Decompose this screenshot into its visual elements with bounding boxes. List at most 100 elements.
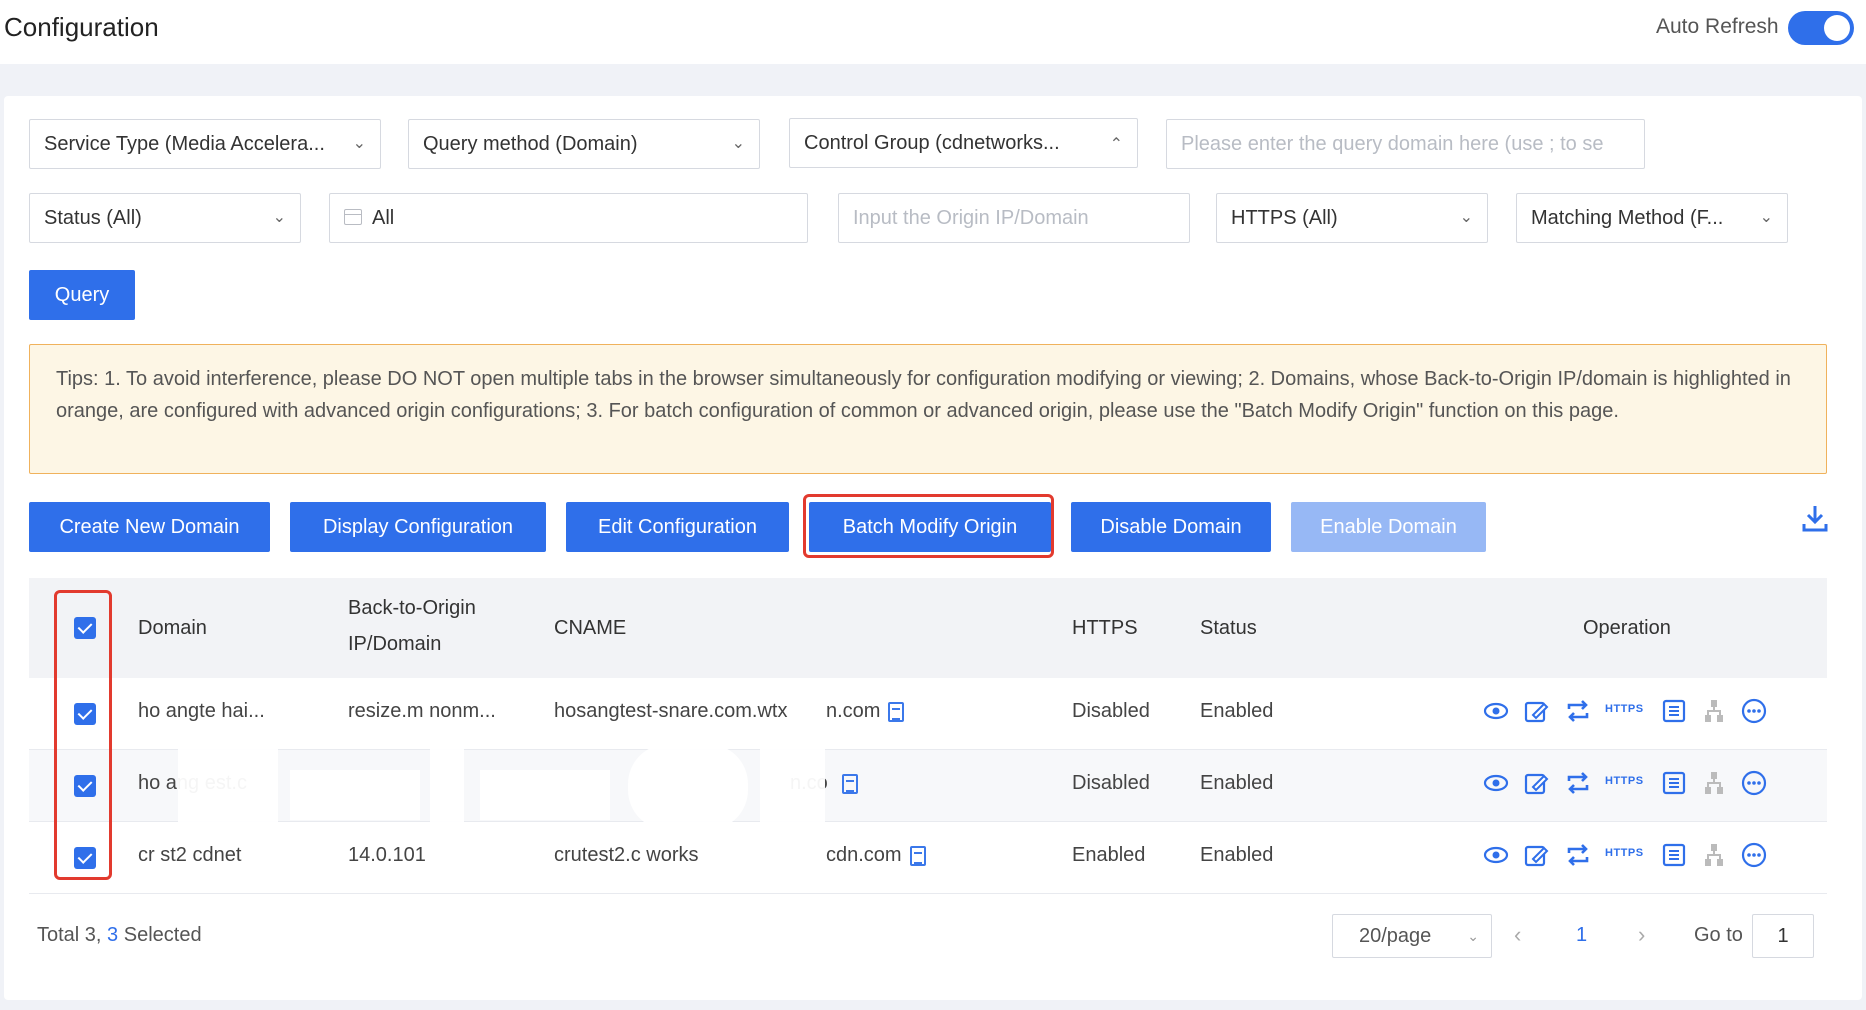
more-icon[interactable] xyxy=(1739,696,1769,726)
calendar-icon xyxy=(344,208,362,225)
row-cname-tail: n.com xyxy=(826,700,905,723)
header-domain: Domain xyxy=(138,617,207,639)
goto-label: Go to xyxy=(1694,924,1743,946)
query-button[interactable]: Query xyxy=(29,270,135,320)
query-domain-input[interactable]: Please enter the query domain here (use … xyxy=(1166,119,1645,169)
download-icon[interactable] xyxy=(1800,502,1830,534)
query-method-select[interactable]: Query method (Domain) ⌄ xyxy=(408,119,760,169)
view-icon[interactable] xyxy=(1481,840,1511,870)
date-range-picker[interactable]: All xyxy=(329,193,808,243)
https-icon[interactable]: HTTPS xyxy=(1605,703,1644,715)
row-status: Enabled xyxy=(1200,700,1274,722)
row-domain[interactable]: ho angte hai... xyxy=(138,700,318,723)
list-icon[interactable] xyxy=(1659,696,1689,726)
table-header: Domain Back-to-Origin IP/Domain CNAME HT… xyxy=(29,578,1827,678)
edit-icon[interactable] xyxy=(1521,768,1551,798)
row-cname: hosangtest-snare.com.wtx xyxy=(554,700,788,722)
copy-icon[interactable] xyxy=(909,845,926,866)
row-status: Enabled xyxy=(1200,772,1274,794)
header-status: Status xyxy=(1200,617,1257,639)
current-page[interactable]: 1 xyxy=(1576,924,1587,947)
https-icon[interactable]: HTTPS xyxy=(1605,775,1644,787)
https-value: HTTPS (All) xyxy=(1231,207,1338,229)
edit-icon[interactable] xyxy=(1521,696,1551,726)
query-domain-placeholder: Please enter the query domain here (use … xyxy=(1181,133,1604,155)
row-domain[interactable]: cr st2 cdnet xyxy=(138,844,318,867)
cname-tail-text: n.co xyxy=(790,772,828,794)
row-checkbox[interactable] xyxy=(74,775,96,797)
display-configuration-button[interactable]: Display Configuration xyxy=(290,502,546,552)
cname-tail-text: n.com xyxy=(826,700,881,722)
goto-page-input[interactable]: 1 xyxy=(1752,914,1814,958)
matching-method-select[interactable]: Matching Method (F... ⌄ xyxy=(1516,193,1788,243)
tips-banner: Tips: 1. To avoid interference, please D… xyxy=(29,344,1827,474)
more-icon[interactable] xyxy=(1739,840,1769,870)
view-icon[interactable] xyxy=(1481,768,1511,798)
auto-refresh-toggle[interactable] xyxy=(1788,11,1854,45)
create-domain-button[interactable]: Create New Domain xyxy=(29,502,270,552)
row-origin: 14.0.101 xyxy=(348,844,426,866)
copy-icon[interactable] xyxy=(841,773,858,794)
origin-placeholder: Input the Origin IP/Domain xyxy=(853,207,1089,229)
header-cname: CNAME xyxy=(554,617,627,639)
list-icon[interactable] xyxy=(1659,768,1689,798)
enable-domain-button[interactable]: Enable Domain xyxy=(1291,502,1486,552)
control-group-value: Control Group (cdnetworks... xyxy=(804,132,1060,154)
list-icon[interactable] xyxy=(1659,840,1689,870)
selected-count: 3 xyxy=(107,924,119,946)
chevron-down-icon: ⌄ xyxy=(352,135,366,152)
next-page-icon[interactable]: › xyxy=(1638,922,1645,948)
matching-method-value: Matching Method (F... xyxy=(1531,207,1724,229)
chevron-down-icon: ⌄ xyxy=(272,209,286,226)
origin-input[interactable]: Input the Origin IP/Domain xyxy=(838,193,1190,243)
view-icon[interactable] xyxy=(1481,696,1511,726)
total-summary: Total 3, 3 Selected xyxy=(37,924,202,947)
row-https: Disabled xyxy=(1072,772,1150,794)
chevron-down-icon: ⌄ xyxy=(1467,928,1479,944)
row-https: Disabled xyxy=(1072,700,1150,722)
status-value: Status (All) xyxy=(44,207,142,229)
edit-icon[interactable] xyxy=(1521,840,1551,870)
hierarchy-icon[interactable] xyxy=(1699,696,1729,726)
control-group-select[interactable]: Control Group (cdnetworks... ⌃ xyxy=(789,118,1138,168)
prev-page-icon[interactable]: ‹ xyxy=(1514,922,1521,948)
page-size-select[interactable]: 20/page ⌄ xyxy=(1332,914,1492,958)
chevron-up-icon: ⌃ xyxy=(1109,136,1123,153)
https-icon[interactable]: HTTPS xyxy=(1605,847,1644,859)
chevron-down-icon: ⌄ xyxy=(731,135,745,152)
row-checkbox[interactable] xyxy=(74,703,96,725)
row-checkbox[interactable] xyxy=(74,847,96,869)
query-method-value: Query method (Domain) xyxy=(423,133,638,155)
refresh-icon[interactable] xyxy=(1563,696,1593,726)
table-row: cr st2 cdnet 14.0.101 crutest2.c works c… xyxy=(29,822,1827,894)
row-cname: crutest2.c works xyxy=(554,844,699,866)
https-select[interactable]: HTTPS (All) ⌄ xyxy=(1216,193,1488,243)
copy-icon[interactable] xyxy=(888,701,905,722)
service-type-value: Service Type (Media Accelera... xyxy=(44,133,325,155)
edit-configuration-button[interactable]: Edit Configuration xyxy=(566,502,789,552)
refresh-icon[interactable] xyxy=(1563,840,1593,870)
header-https: HTTPS xyxy=(1072,617,1138,639)
refresh-icon[interactable] xyxy=(1563,768,1593,798)
auto-refresh-label: Auto Refresh xyxy=(1656,15,1779,38)
total-prefix: Total 3, xyxy=(37,924,108,946)
row-cname-tail: n.co xyxy=(790,772,858,795)
disable-domain-button[interactable]: Disable Domain xyxy=(1071,502,1271,552)
row-origin: resize.m nonm... xyxy=(348,700,496,722)
hierarchy-icon[interactable] xyxy=(1699,840,1729,870)
more-icon[interactable] xyxy=(1739,768,1769,798)
row-domain[interactable]: ho ang est.c xyxy=(138,772,318,795)
header-operation: Operation xyxy=(1583,617,1671,639)
service-type-select[interactable]: Service Type (Media Accelera... ⌄ xyxy=(29,119,381,169)
status-select[interactable]: Status (All) ⌄ xyxy=(29,193,301,243)
hierarchy-icon[interactable] xyxy=(1699,768,1729,798)
row-cname-tail: cdn.com xyxy=(826,844,926,867)
row-status: Enabled xyxy=(1200,844,1274,866)
select-all-checkbox[interactable] xyxy=(74,617,96,639)
table-row: ho ang est.c n.co Disabled Enabled HTTPS xyxy=(29,750,1827,822)
batch-modify-origin-button[interactable]: Batch Modify Origin xyxy=(809,502,1051,552)
table-row: ho angte hai... resize.m nonm... hosangt… xyxy=(29,678,1827,750)
date-value: All xyxy=(372,207,395,229)
chevron-down-icon: ⌄ xyxy=(1459,209,1473,226)
selected-suffix: Selected xyxy=(118,924,202,946)
